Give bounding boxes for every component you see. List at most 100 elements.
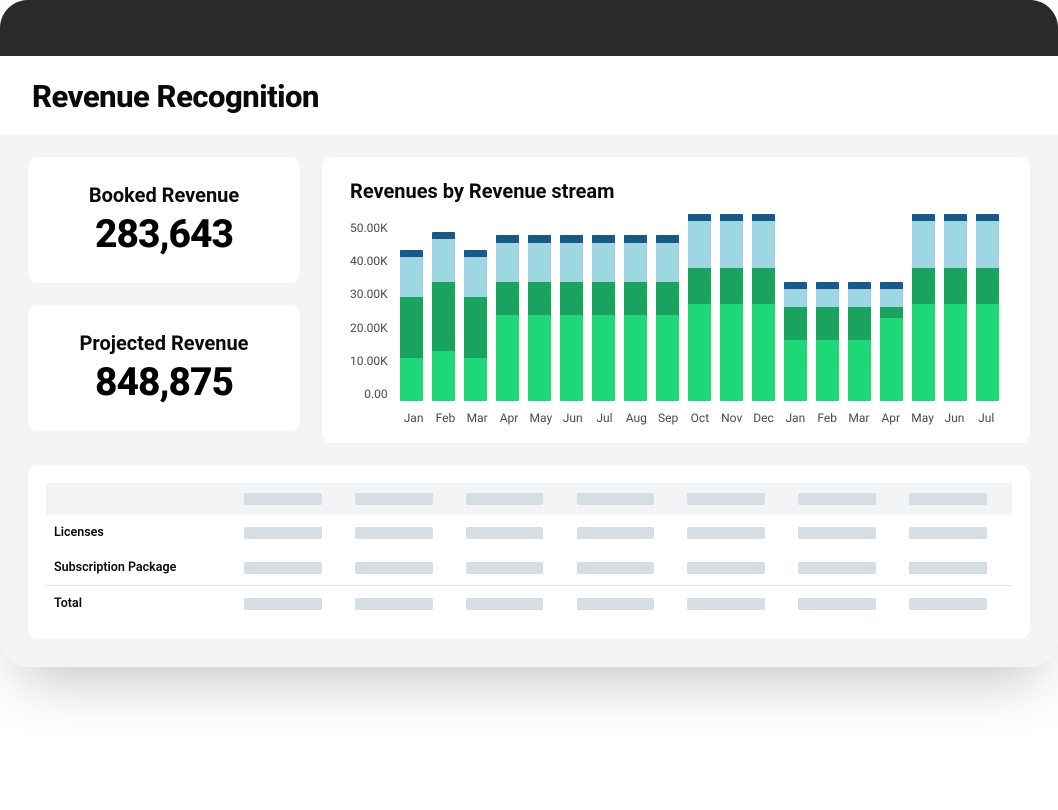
bar-segment	[720, 268, 743, 304]
bar-column	[814, 282, 842, 401]
cell-placeholder	[687, 527, 765, 539]
bar-segment	[432, 239, 455, 282]
projected-revenue-card: Projected Revenue 848,875	[28, 305, 300, 431]
cell-placeholder	[798, 598, 876, 610]
cell-placeholder	[909, 527, 987, 539]
bar-column	[942, 214, 970, 401]
x-tick: Aug	[620, 411, 652, 425]
bar-segment	[784, 340, 807, 401]
bar-segment	[976, 221, 999, 268]
cell-placeholder	[798, 527, 876, 539]
bar-segment	[528, 315, 551, 401]
bar-segment	[752, 304, 775, 401]
cell-placeholder	[577, 598, 655, 610]
bar-segment	[816, 282, 839, 289]
chart-title: Revenues by Revenue stream	[350, 179, 1002, 203]
x-tick: Jul	[970, 411, 1002, 425]
bar-segment	[880, 307, 903, 318]
bar-segment	[592, 243, 615, 283]
row-label-subscription: Subscription Package	[46, 550, 236, 586]
x-tick: Feb	[811, 411, 843, 425]
cell-placeholder	[687, 562, 765, 574]
cell-placeholder	[466, 562, 544, 574]
bar-segment	[592, 282, 615, 314]
bar	[400, 250, 423, 401]
cell-placeholder	[909, 562, 987, 574]
bar	[752, 214, 775, 401]
bar-segment	[816, 289, 839, 307]
bar-segment	[912, 214, 935, 221]
chart-y-axis: 50.00K40.00K30.00K20.00K10.00K0.00	[350, 221, 398, 401]
bar-segment	[848, 282, 871, 289]
bar-segment	[784, 282, 807, 289]
bar-segment	[560, 243, 583, 283]
bar	[560, 235, 583, 401]
kpi-column: Booked Revenue 283,643 Projected Revenue…	[28, 157, 300, 443]
x-tick: Sep	[652, 411, 684, 425]
bar-column	[974, 214, 1002, 401]
chart-area: 50.00K40.00K30.00K20.00K10.00K0.00 JanFe…	[350, 221, 1002, 425]
cell-placeholder	[909, 598, 987, 610]
bar-segment	[624, 235, 647, 242]
bar-column	[686, 214, 714, 401]
bar-segment	[656, 282, 679, 314]
chart-bars-wrap: JanFebMarAprMayJunJulAugSepOctNovDecJanF…	[398, 221, 1002, 425]
x-tick: Jun	[938, 411, 970, 425]
revenue-table: Licenses Subscription Package	[46, 483, 1012, 621]
bar-segment	[432, 232, 455, 239]
y-tick: 10.00K	[350, 354, 388, 368]
bar-segment	[560, 282, 583, 314]
chart-x-axis: JanFebMarAprMayJunJulAugSepOctNovDecJanF…	[398, 411, 1002, 425]
bar-segment	[720, 214, 743, 221]
bar	[816, 282, 839, 401]
bar	[528, 235, 551, 401]
bar-segment	[400, 257, 423, 297]
bar-column	[654, 235, 682, 401]
bar-segment	[688, 221, 711, 268]
x-tick: Nov	[716, 411, 748, 425]
cell-placeholder	[244, 598, 322, 610]
bar-segment	[688, 268, 711, 304]
cell-placeholder	[466, 598, 544, 610]
bar-column	[590, 235, 618, 401]
window-titlebar	[0, 0, 1058, 56]
bar	[976, 214, 999, 401]
col-header-placeholder	[466, 493, 544, 505]
bar-segment	[944, 304, 967, 401]
bar-segment	[560, 235, 583, 242]
x-tick: Mar	[843, 411, 875, 425]
bar-segment	[944, 268, 967, 304]
x-tick: Jan	[779, 411, 811, 425]
cell-placeholder	[244, 562, 322, 574]
bar-segment	[816, 340, 839, 401]
bar-segment	[400, 250, 423, 257]
app-window: Revenue Recognition Booked Revenue 283,6…	[0, 0, 1058, 667]
x-tick: Apr	[875, 411, 907, 425]
bar-column	[878, 282, 906, 401]
x-tick: Mar	[461, 411, 493, 425]
y-tick: 0.00	[364, 387, 387, 401]
x-tick: Apr	[493, 411, 525, 425]
bar-column	[718, 214, 746, 401]
cell-placeholder	[687, 598, 765, 610]
bar-segment	[976, 304, 999, 401]
bar	[720, 214, 743, 401]
col-header-placeholder	[244, 493, 322, 505]
x-tick: Feb	[429, 411, 461, 425]
bar	[656, 235, 679, 401]
bar-segment	[592, 315, 615, 401]
bar	[848, 282, 871, 401]
y-tick: 40.00K	[350, 254, 388, 268]
y-tick: 50.00K	[350, 221, 388, 235]
bar	[496, 235, 519, 401]
bar-segment	[624, 282, 647, 314]
table-row: Licenses	[46, 515, 1012, 550]
bar-segment	[944, 214, 967, 221]
bar-segment	[432, 351, 455, 401]
bar-segment	[912, 268, 935, 304]
bar-segment	[432, 282, 455, 350]
bar-segment	[752, 221, 775, 268]
bar-segment	[528, 282, 551, 314]
bar-column	[398, 250, 426, 401]
bar-segment	[912, 304, 935, 401]
